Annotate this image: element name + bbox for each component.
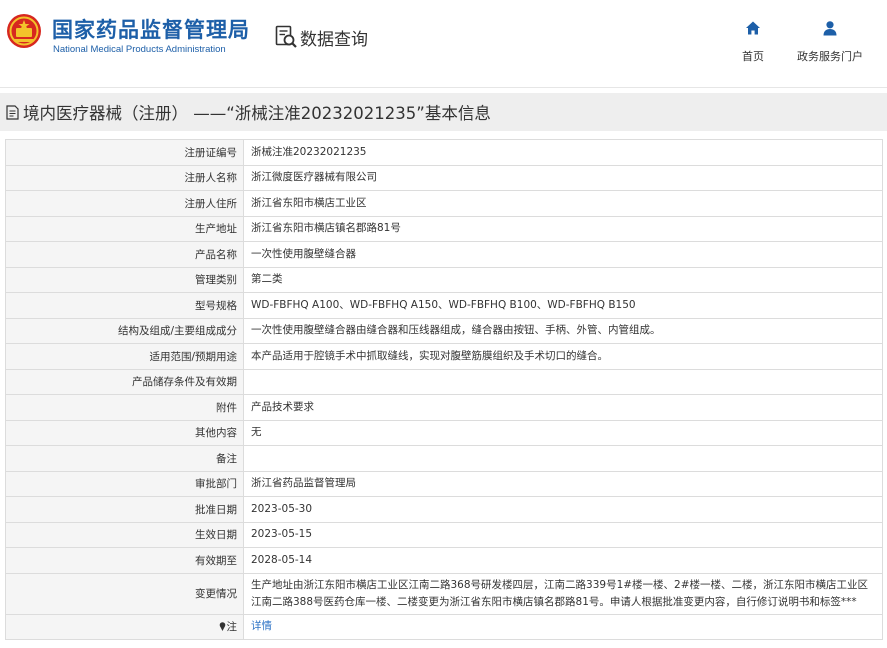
row-label: 变更情况: [5, 572, 244, 615]
row-label: 型号规格: [5, 292, 244, 319]
row-value: 第二类: [243, 266, 883, 293]
row-label: 有效期至: [5, 547, 244, 574]
table-row: 其他内容无: [5, 419, 883, 446]
table-row: 附件 产品技术要求: [5, 394, 883, 421]
row-label: 批准日期: [5, 496, 244, 523]
pin-icon: [219, 622, 225, 632]
device-info-table: 注册证编号 浙械注准20232021235 注册人名称 浙江微度医疗器械有限公司 注…: [5, 139, 883, 640]
row-value: 浙江省东阳市横店工业区: [243, 190, 883, 217]
row-value: 产品技术要求: [243, 394, 883, 421]
note-label: 注: [226, 621, 238, 634]
nav-service-label: 政务服务门户: [797, 50, 863, 63]
row-label: 适用范围/预期用途: [5, 343, 244, 370]
table-row: 注册人名称 浙江微度医疗器械有限公司: [5, 164, 883, 191]
nav-home-label: 首页: [742, 50, 764, 63]
details-link[interactable]: 详情: [251, 620, 272, 632]
table-row: 适用范围/预期用途 本产品适用于腔镜手术中抓取缝线，实现对腹壁筋膜组织及手术切口的…: [5, 343, 883, 370]
row-value: 无: [243, 419, 883, 446]
row-value: 2023-05-30: [243, 496, 883, 523]
row-value: 浙江省东阳市横店镇名郡路81号: [243, 215, 883, 242]
row-label: 产品储存条件及有效期: [5, 368, 244, 395]
row-label: 其他内容: [5, 419, 244, 446]
row-label: 生效日期: [5, 521, 244, 548]
row-value: 浙械注准20232021235: [243, 139, 883, 166]
table-row: 生产地址 浙江省东阳市横店镇名郡路81号: [5, 215, 883, 242]
table-row: 审批部门 浙江省药品监督管理局: [5, 470, 883, 497]
table-row: 变更情况 生产地址由浙江东阳市横店工业区江南二路368号研发楼四层，江南二路339…: [5, 572, 883, 615]
note-row: 注 详情: [5, 613, 883, 640]
note-value: 详情: [243, 613, 883, 640]
row-value: 一次性使用腹壁缝合器: [243, 241, 883, 268]
page-title-bar: 境内医疗器械（注册） ——“浙械注准20232021235”基本信息: [0, 93, 887, 131]
table-row: 注册人住所 浙江省东阳市横店工业区: [5, 190, 883, 217]
document-icon: [6, 104, 19, 120]
nav-home[interactable]: 首页: [732, 20, 774, 64]
note-label-cell: 注: [5, 613, 244, 640]
table-row: 管理类别 第二类: [5, 266, 883, 293]
row-value: 2023-05-15: [243, 521, 883, 548]
row-label: 注册证编号: [5, 139, 244, 166]
table-row: 批准日期 2023-05-30: [5, 496, 883, 523]
row-label: 审批部门: [5, 470, 244, 497]
row-label: 备注: [5, 445, 244, 472]
row-label: 注册人名称: [5, 164, 244, 191]
row-label: 注册人住所: [5, 190, 244, 217]
table-row: 型号规格 WD-FBFHQ A100、WD-FBFHQ A150、WD-FBFHQ…: [5, 292, 883, 319]
row-label: 附件: [5, 394, 244, 421]
row-value: 本产品适用于腔镜手术中抓取缝线，实现对腹壁筋膜组织及手术切口的缝合。: [243, 343, 883, 370]
nav-service-portal[interactable]: 政务服务门户: [792, 20, 868, 64]
site-header: 国家药品监督管理局 National Medical Products Admi…: [0, 0, 887, 88]
table-row: 产品名称 一次性使用腹壁缝合器: [5, 241, 883, 268]
data-search-icon: [275, 25, 297, 48]
table-row: 注册证编号 浙械注准20232021235: [5, 139, 883, 166]
table-row: 结构及组成/主要组成成分 一次性使用腹壁缝合器由缝合器和压线器组成，缝合器由按钮、…: [5, 317, 883, 344]
row-value: 一次性使用腹壁缝合器由缝合器和压线器组成，缝合器由按钮、手柄、外管、内管组成。: [243, 317, 883, 344]
brand-name-en: National Medical Products Administration: [53, 44, 226, 55]
data-query-title: 数据查询: [275, 24, 368, 50]
row-label: 管理类别: [5, 266, 244, 293]
row-value: WD-FBFHQ A100、WD-FBFHQ A150、WD-FBFHQ B10…: [243, 292, 883, 319]
user-icon: [823, 21, 837, 36]
brand-name-cn: 国家药品监督管理局: [52, 18, 250, 42]
row-label: 生产地址: [5, 215, 244, 242]
row-label: 结构及组成/主要组成成分: [5, 317, 244, 344]
page-title: 境内医疗器械（注册） ——“浙械注准20232021235”基本信息: [23, 104, 491, 123]
emblem-logo-icon: [7, 14, 41, 48]
row-value: 浙江微度医疗器械有限公司: [243, 164, 883, 191]
row-label: 产品名称: [5, 241, 244, 268]
row-value: [243, 445, 883, 472]
data-query-label: 数据查询: [300, 29, 368, 50]
row-value: 生产地址由浙江东阳市横店工业区江南二路368号研发楼四层，江南二路339号1#楼…: [243, 572, 883, 615]
row-value: [243, 368, 883, 395]
table-row: 产品储存条件及有效期: [5, 368, 883, 395]
row-value: 浙江省药品监督管理局: [243, 470, 883, 497]
home-icon: [746, 21, 760, 35]
table-row: 有效期至 2028-05-14: [5, 547, 883, 574]
table-row: 备注: [5, 445, 883, 472]
row-value: 2028-05-14: [243, 547, 883, 574]
table-row: 生效日期 2023-05-15: [5, 521, 883, 548]
